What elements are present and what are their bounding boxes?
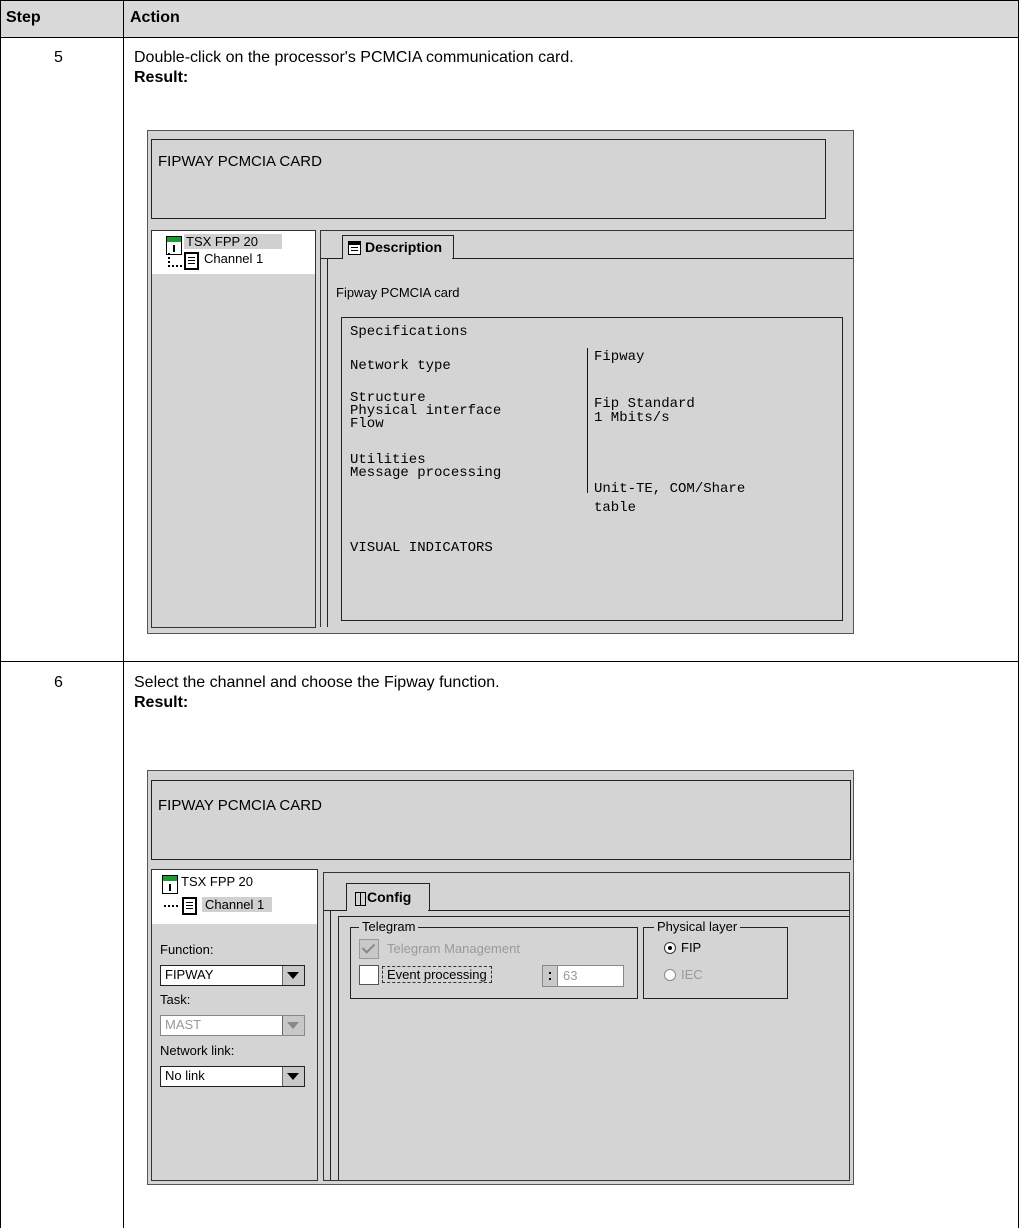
channel-icon <box>182 897 197 915</box>
tree-channel[interactable]: Channel 1 <box>204 251 263 266</box>
screenshot-config: FIPWAY PCMCIA CARD TSX FPP 20 Channel 1 … <box>147 770 854 1185</box>
checkmark-icon <box>361 940 376 954</box>
telegram-management-checkbox <box>359 939 379 959</box>
network-value: No link <box>165 1068 205 1083</box>
step-instruction: Select the channel and choose the Fipway… <box>134 674 500 691</box>
description-tab-icon <box>348 241 361 255</box>
module-icon <box>162 875 178 894</box>
config-area: Description Fipway PCMCIA card Specifica… <box>320 230 853 627</box>
fip-radio[interactable] <box>664 942 676 954</box>
spec-label: Flow <box>350 416 384 432</box>
dropdown-arrow-icon[interactable] <box>282 966 304 985</box>
config-area: Config Telegram Telegram Management Even… <box>323 872 850 1181</box>
task-select: MAST <box>160 1015 305 1036</box>
tree-connector-icon <box>168 253 182 267</box>
physical-legend: Physical layer <box>654 919 741 934</box>
tab-description[interactable]: Description <box>342 235 454 259</box>
dropdown-arrow-icon[interactable] <box>282 1067 304 1086</box>
step-number: 5 <box>54 49 63 66</box>
event-processing-label[interactable]: Event processing <box>382 966 492 983</box>
iec-label: IEC <box>681 967 703 982</box>
config-tab-icon <box>355 892 366 906</box>
spec-label: Network type <box>350 358 451 374</box>
telegram-group: Telegram Telegram Management Event proce… <box>350 919 638 999</box>
tab-label: Description <box>365 239 443 255</box>
tab-config[interactable]: Config <box>346 883 430 911</box>
event-value-field: 63 <box>542 965 624 987</box>
spec-heading: Specifications <box>350 324 468 340</box>
network-select[interactable]: No link <box>160 1066 305 1087</box>
task-label: Task: <box>160 992 191 1007</box>
spec-value: Fipway <box>594 349 645 365</box>
module-title: FIPWAY PCMCIA CARD <box>158 797 322 814</box>
step-number: 6 <box>54 674 63 691</box>
iec-radio <box>664 969 676 981</box>
function-value: FIPWAY <box>165 967 214 982</box>
fip-label[interactable]: FIP <box>681 940 701 955</box>
tree-module[interactable]: TSX FPP 20 <box>184 234 283 249</box>
telegram-management-label: Telegram Management <box>387 941 520 956</box>
channel-panel: TSX FPP 20 Channel 1 Function: FIPWAY Ta… <box>151 869 318 1181</box>
header-action: Action <box>130 9 180 26</box>
channel-icon <box>184 252 199 270</box>
spec-value: table <box>594 500 637 516</box>
step-instruction: Double-click on the processor's PCMCIA c… <box>134 49 574 66</box>
function-label: Function: <box>160 942 214 957</box>
tree-module[interactable]: TSX FPP 20 <box>181 874 253 889</box>
spec-box[interactable]: Specifications Network type Structure Ph… <box>341 317 843 621</box>
dropdown-arrow-icon <box>282 1016 304 1035</box>
tree-panel: TSX FPP 20 Channel 1 <box>151 230 316 628</box>
tree-channel[interactable]: Channel 1 <box>202 897 273 912</box>
event-processing-checkbox[interactable] <box>359 965 379 985</box>
header-step: Step <box>6 9 41 26</box>
network-label: Network link: <box>160 1043 235 1058</box>
event-value: 63 <box>563 968 578 983</box>
telegram-legend: Telegram <box>359 919 419 934</box>
module-title-panel: FIPWAY PCMCIA CARD <box>151 139 826 219</box>
tree-connector-icon <box>164 905 178 909</box>
spec-label: Message processing <box>350 465 502 481</box>
function-select[interactable]: FIPWAY <box>160 965 305 986</box>
spec-divider <box>587 348 588 493</box>
task-value: MAST <box>165 1017 202 1032</box>
result-label: Result: <box>134 69 189 86</box>
card-description: Fipway PCMCIA card <box>336 285 460 300</box>
module-title-panel: FIPWAY PCMCIA CARD <box>151 780 851 860</box>
spec-value: 1 Mbits/s <box>594 410 670 426</box>
spinner-icon <box>543 966 558 986</box>
spec-value: Unit-TE, COM/Share <box>594 481 746 497</box>
module-title: FIPWAY PCMCIA CARD <box>158 153 322 170</box>
tab-label: Config <box>367 889 412 905</box>
result-label: Result: <box>134 694 189 711</box>
screenshot-description: FIPWAY PCMCIA CARD TSX FPP 20 Channel 1 … <box>147 130 854 634</box>
physical-layer-group: Physical layer FIP IEC <box>643 919 788 999</box>
spec-label: VISUAL INDICATORS <box>350 540 493 556</box>
